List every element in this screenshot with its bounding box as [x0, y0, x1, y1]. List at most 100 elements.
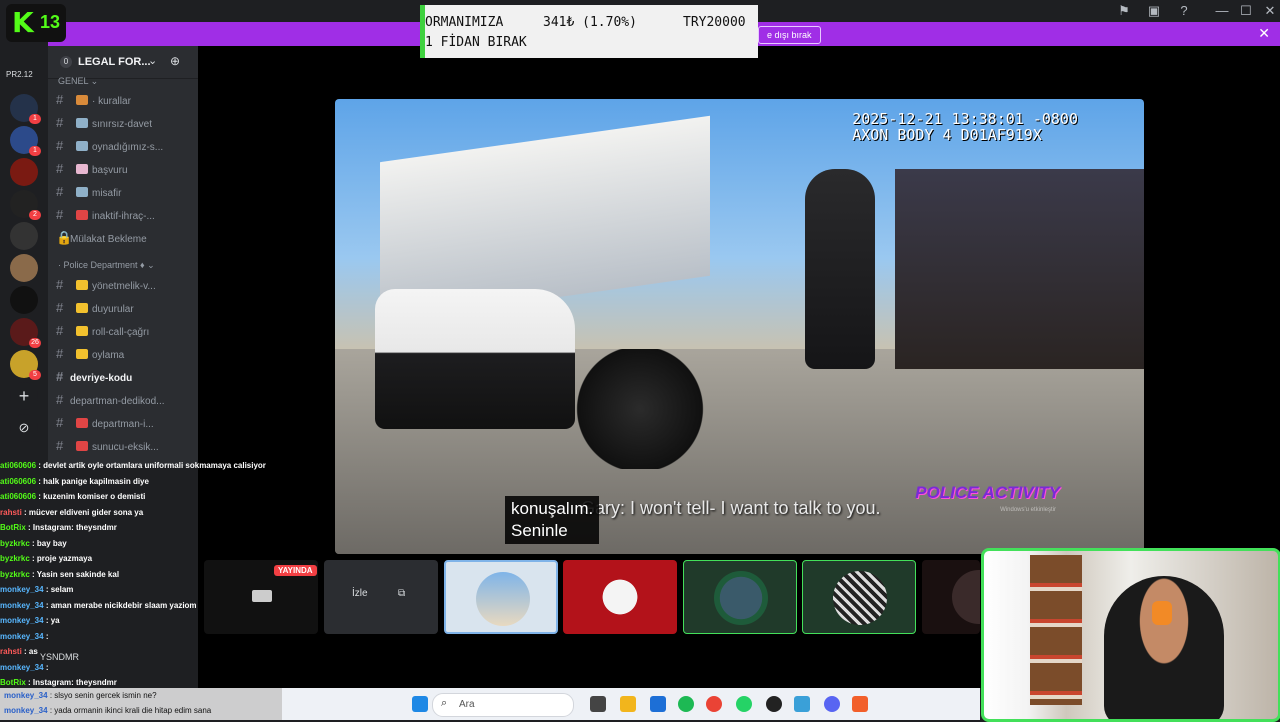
participant-tile[interactable] [563, 560, 677, 634]
chat-separator: : [43, 616, 51, 625]
whatsapp-icon[interactable] [736, 696, 752, 712]
chat-username[interactable]: byzkrkc [0, 554, 30, 563]
channel-item[interactable]: # sınırsız-davet [56, 115, 192, 135]
add-member-icon[interactable]: ⊕ [170, 54, 180, 68]
channel-item[interactable]: 🔒Mülakat Bekleme [56, 230, 192, 250]
channel-emoji-icon [76, 280, 88, 290]
stream-video[interactable]: 2025-12-21 13:38:01 -0800 AXON BODY 4 D0… [335, 99, 1144, 554]
server-icon[interactable]: 26 [10, 318, 41, 348]
chat-username[interactable]: monkey_34 [0, 616, 44, 625]
maximize-button[interactable]: ☐ [1238, 3, 1254, 19]
channel-emoji-icon [76, 418, 88, 428]
chat-footer: monkey_34 : slsyo senin gercek ismin ne?… [0, 688, 282, 720]
chat-username[interactable]: monkey_34 [0, 663, 44, 672]
server-icon[interactable]: 1 [10, 94, 41, 124]
chat-username[interactable]: BotRix [0, 523, 26, 532]
chat-username[interactable]: BotRix [0, 678, 26, 687]
chat-username[interactable]: byzkrkc [0, 539, 30, 548]
banner-close-icon[interactable]: ✕ [1258, 25, 1270, 42]
channel-item[interactable]: # başvuru [56, 161, 192, 181]
popout-icon[interactable]: ⧉ [398, 588, 405, 599]
server-icon[interactable]: 5 [10, 350, 41, 380]
chat-username[interactable]: rahsti [0, 508, 22, 517]
hash-icon: # [56, 207, 64, 222]
chat-username[interactable]: monkey_34 [0, 585, 44, 594]
flag-icon[interactable]: ⚑ [1116, 3, 1132, 19]
channel-item[interactable]: # yönetmelik-v... [56, 277, 192, 297]
chrome-icon[interactable] [706, 696, 722, 712]
channel-item[interactable]: # oylama [56, 346, 192, 366]
server-icon[interactable]: 1 [10, 126, 41, 156]
channel-item[interactable]: # departman-dedikod... [56, 392, 192, 412]
windows-taskbar: ⌕ Ara [282, 688, 980, 720]
hash-icon: # [56, 138, 64, 153]
channel-item-active[interactable]: # devriye-kodu [56, 369, 192, 389]
chat-text: halk panige kapilmasin diye [43, 476, 149, 486]
police-activity-logo: POLICE ACTIVITY [915, 483, 1060, 502]
chat-message: monkey_34 : [0, 629, 300, 645]
category-genel[interactable]: GENEL ⌄ [58, 76, 98, 87]
discord-icon[interactable] [824, 696, 840, 712]
taskview-icon[interactable] [590, 696, 606, 712]
chat-text: Instagram: theysndmr [32, 523, 117, 532]
channel-item[interactable]: # duyurular [56, 300, 192, 320]
server-icon[interactable] [10, 222, 38, 250]
channel-item[interactable]: # roll-call-çağrı [56, 323, 192, 343]
chat-username[interactable]: monkey_34 [0, 632, 44, 641]
app-icon[interactable] [766, 696, 782, 712]
video-bike [555, 349, 725, 469]
hash-icon: # [56, 92, 64, 107]
chat-username[interactable]: ati060606 [0, 461, 36, 470]
participant-tile[interactable] [683, 560, 797, 634]
server-icon[interactable] [10, 286, 38, 314]
participant-tile[interactable] [922, 560, 980, 634]
network-icon[interactable] [794, 696, 810, 712]
channel-item[interactable]: # misafir [56, 184, 192, 204]
channel-sidebar: 0 LEGAL FOR... ⌄ ⊕ GENEL ⌄ # · kurallar #… [48, 46, 198, 466]
monitor-icon[interactable]: ▣ [1146, 3, 1162, 19]
chat-username[interactable]: ati060606 [0, 477, 36, 486]
video-market [895, 169, 1144, 369]
server-icon[interactable] [10, 158, 38, 186]
video-officer [805, 169, 875, 369]
help-icon[interactable]: ? [1176, 3, 1192, 19]
participant-tile[interactable]: İzle ⧉ [324, 560, 438, 634]
watch-button[interactable]: İzle [352, 588, 368, 599]
channel-item[interactable]: # departman-i... [56, 415, 192, 435]
channel-item[interactable]: # sunucu-eksik... [56, 438, 192, 458]
channel-item[interactable]: # inaktif-ihraç-... [56, 207, 192, 227]
channel-item[interactable]: # · kurallar [56, 92, 192, 112]
close-window-button[interactable]: ✕ [1262, 3, 1278, 19]
participant-tile[interactable] [802, 560, 916, 634]
add-server-icon[interactable]: + [10, 382, 38, 410]
taskbar-search[interactable]: ⌕ Ara [432, 693, 574, 717]
windows-start-icon[interactable] [412, 696, 428, 712]
server-list: PR2.12 1 1 2 26 5 + ⊘ [0, 46, 48, 456]
banner-action-button[interactable]: e dışı bırak [758, 26, 821, 44]
chat-message: rahsti : mücver eldiveni gider sona ya [0, 505, 300, 521]
participant-tile[interactable] [444, 560, 558, 634]
app-icon[interactable] [852, 696, 868, 712]
server-pill: 0 [60, 56, 72, 68]
store-icon[interactable] [650, 696, 666, 712]
channel-item[interactable]: # oynadığımız-s... [56, 138, 192, 158]
explore-icon[interactable]: ⊘ [10, 414, 38, 442]
chat-message: ati060606 : halk panige kapilmasin diye [0, 474, 300, 490]
chevron-down-icon[interactable]: ⌄ [148, 54, 157, 67]
channel-emoji-icon [76, 141, 88, 151]
stream-chat: ati060606 : devlet artik oyle ortamlara … [0, 458, 300, 720]
category-police[interactable]: · Police Department ♦ ⌄ [58, 260, 155, 271]
spotify-icon[interactable] [678, 696, 694, 712]
search-icon: ⌕ [441, 697, 448, 709]
chat-username[interactable]: ati060606 [0, 492, 36, 501]
chat-username[interactable]: byzkrkc [0, 570, 30, 579]
minimize-button[interactable]: — [1214, 3, 1230, 19]
server-header[interactable]: 0 LEGAL FOR... ⌄ ⊕ [48, 46, 198, 79]
chat-username[interactable]: rahsti [0, 647, 22, 656]
avatar [714, 571, 768, 625]
server-icon[interactable]: 2 [10, 190, 41, 220]
chat-text: devlet artik oyle ortamlara uniformali s… [43, 461, 266, 470]
folder-icon[interactable] [620, 696, 636, 712]
server-icon[interactable] [10, 254, 38, 282]
chat-username[interactable]: monkey_34 [0, 601, 44, 610]
